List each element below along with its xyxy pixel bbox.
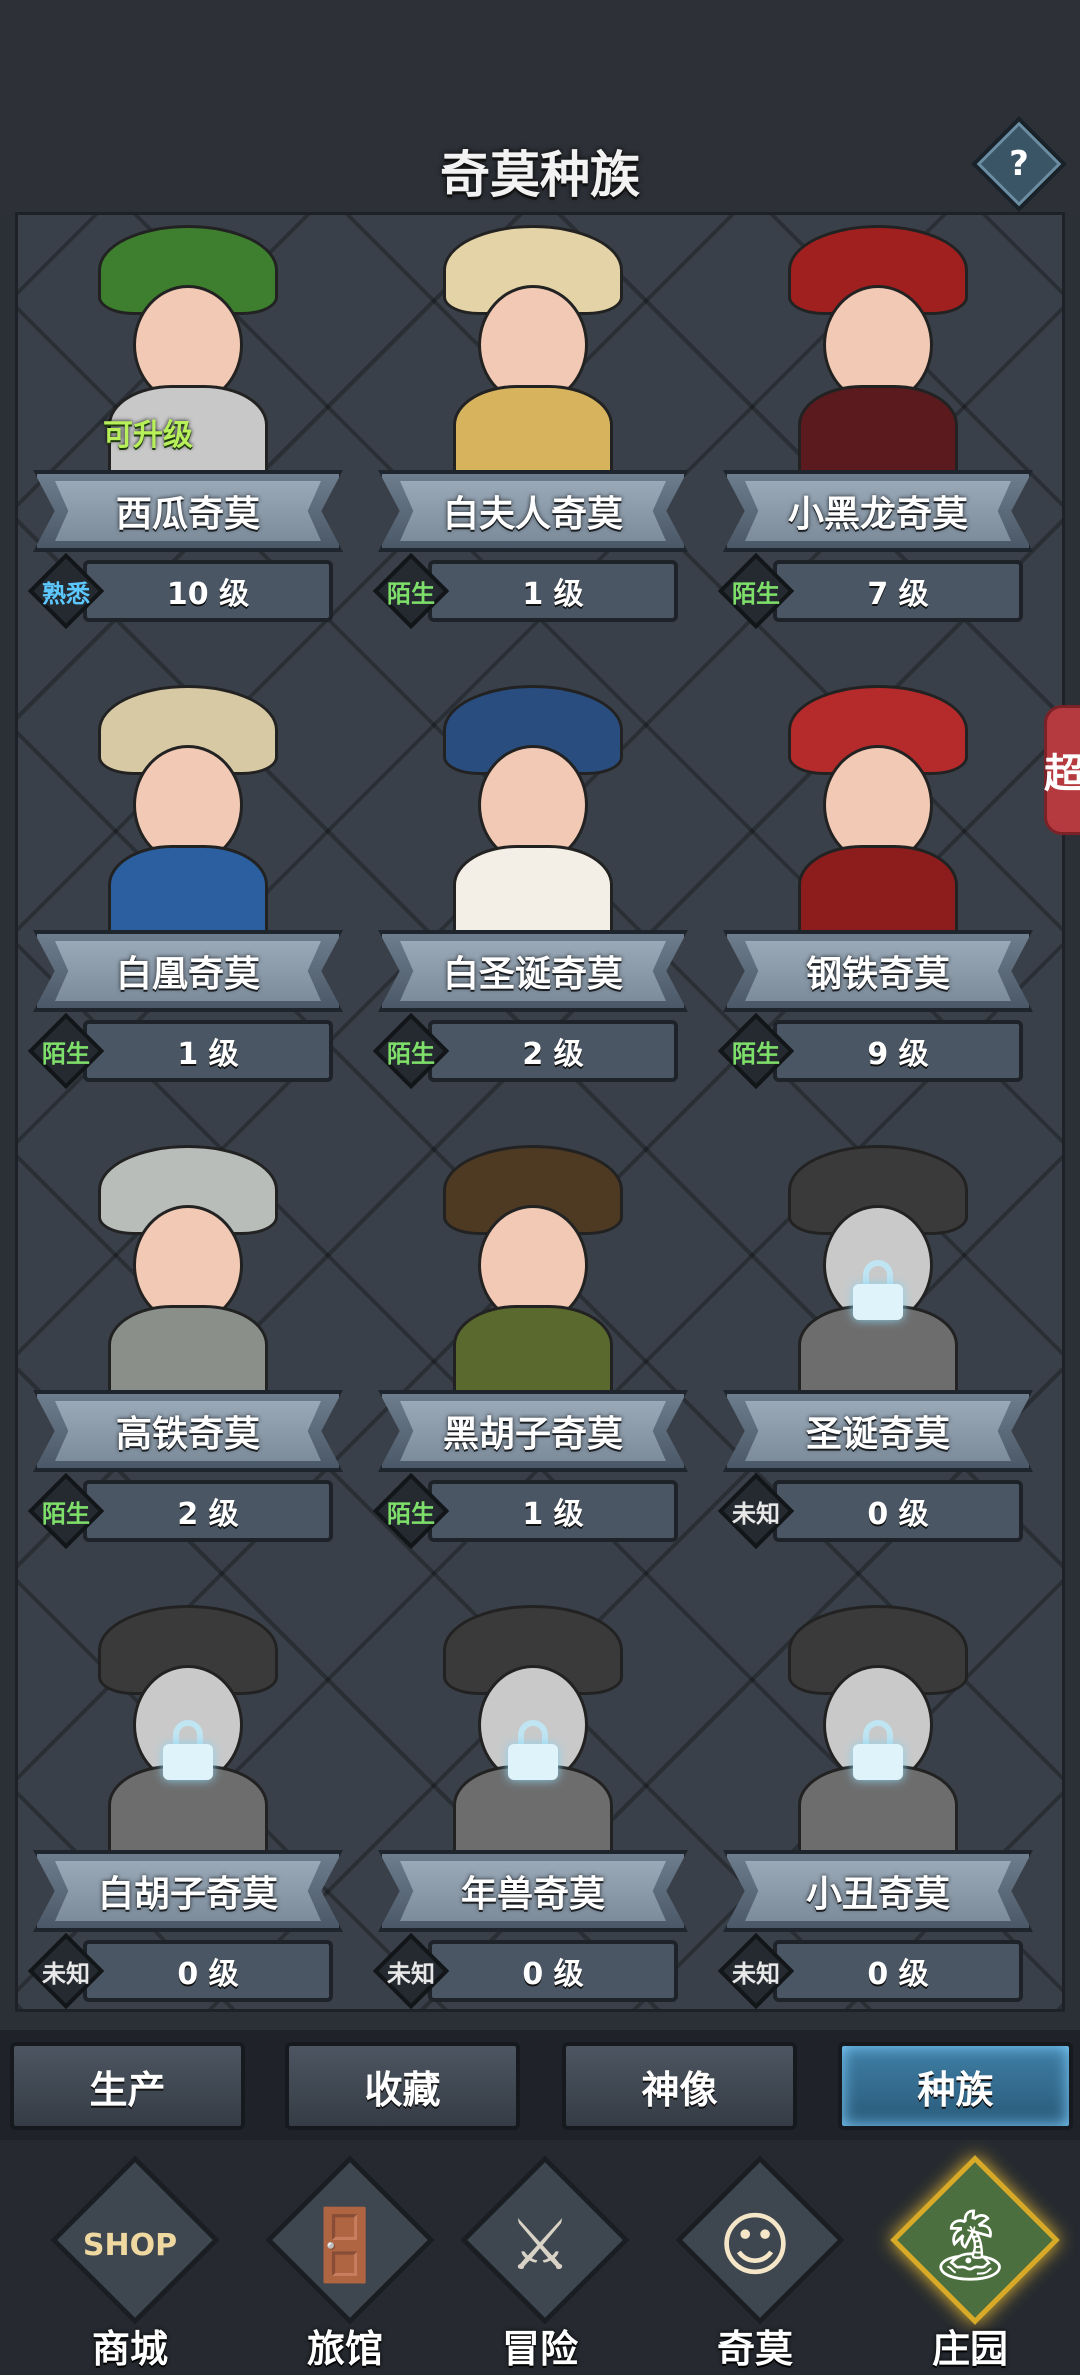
qimo-portrait (753, 215, 1003, 485)
question-mark-icon: ? (1009, 144, 1029, 184)
level-text: 10 级 (83, 560, 333, 622)
race-name: 高铁奇莫 (115, 1414, 260, 1455)
level-text: 0 级 (428, 1940, 678, 2002)
race-name: 白圣诞奇莫 (442, 954, 623, 995)
side-pull-tab[interactable]: 超 (1044, 705, 1080, 835)
nav-shop[interactable]: SHOP 商城 (30, 2150, 230, 2375)
category-tabs: 生产 收藏 神像 种族 (0, 2030, 1080, 2140)
level-text: 1 级 (83, 1020, 333, 1082)
qimo-portrait (753, 675, 1003, 945)
status-badge: 未知 (372, 1932, 450, 2009)
race-name: 黑胡子奇莫 (442, 1414, 623, 1455)
race-card[interactable]: 小丑奇莫 0 级 未知 (713, 1595, 1043, 2009)
qimo-portrait (753, 1595, 1003, 1865)
race-card[interactable]: 小黑龙奇莫 7 级 陌生 (713, 215, 1043, 660)
race-card[interactable]: 圣诞奇莫 0 级 未知 (713, 1135, 1043, 1580)
nav-adventure[interactable]: ⚔ 冒险 (440, 2150, 640, 2375)
status-badge: 陌生 (372, 1472, 450, 1550)
bottom-navigation: SHOP 商城 🚪 旅馆 ⚔ 冒险 ☺ 奇莫 🏝 庄园 (0, 2140, 1080, 2375)
nav-inn[interactable]: 🚪 旅馆 (245, 2150, 445, 2375)
level-text: 0 级 (83, 1940, 333, 2002)
upgrade-available-tag: 可升级 (103, 418, 193, 453)
qimo-portrait (63, 1595, 313, 1865)
status-badge: 陌生 (372, 552, 450, 630)
status-badge: 陌生 (717, 1012, 795, 1090)
inn-icon: 🚪 (301, 2203, 389, 2286)
race-card[interactable]: 白夫人奇莫 1 级 陌生 (368, 215, 698, 660)
qimo-portrait (63, 675, 313, 945)
level-text: 2 级 (428, 1020, 678, 1082)
page-title: 奇莫种族 (440, 146, 640, 204)
race-grid: 可升级 西瓜奇莫 10 级 熟悉 白夫人奇莫 1 级 陌生 小黑龙奇莫 7 级 … (15, 212, 1065, 2012)
status-badge: 未知 (717, 1472, 795, 1550)
race-name: 小丑奇莫 (805, 1874, 950, 1915)
race-card[interactable]: 白胡子奇莫 0 级 未知 (23, 1595, 353, 2009)
level-text: 1 级 (428, 560, 678, 622)
status-badge: 未知 (717, 1932, 795, 2009)
level-text: 9 级 (773, 1020, 1023, 1082)
level-text: 1 级 (428, 1480, 678, 1542)
level-text: 7 级 (773, 560, 1023, 622)
shop-icon: SHOP (82, 2227, 178, 2263)
lock-icon (508, 1720, 558, 1780)
tab-statue[interactable]: 神像 (562, 2042, 797, 2130)
tab-production[interactable]: 生产 (10, 2042, 245, 2130)
lock-icon (853, 1260, 903, 1320)
race-name: 白夫人奇莫 (442, 494, 623, 535)
status-badge: 陌生 (27, 1012, 105, 1090)
status-badge: 熟悉 (27, 552, 105, 630)
qimo-icon: ☺ (718, 2204, 792, 2286)
tab-race[interactable]: 种族 (838, 2042, 1073, 2130)
level-text: 0 级 (773, 1940, 1023, 2002)
qimo-portrait (753, 1135, 1003, 1405)
qimo-portrait (408, 215, 658, 485)
tab-collection[interactable]: 收藏 (285, 2042, 520, 2130)
race-card[interactable]: 白凰奇莫 1 级 陌生 (23, 675, 353, 1120)
manor-icon: 🏝 (925, 2203, 1015, 2286)
crossed-swords-icon: ⚔ (508, 2204, 572, 2286)
nav-qimo[interactable]: ☺ 奇莫 (655, 2150, 855, 2375)
race-name: 白胡子奇莫 (97, 1874, 278, 1915)
qimo-portrait (408, 675, 658, 945)
race-card[interactable]: 可升级 西瓜奇莫 10 级 熟悉 (23, 215, 353, 660)
status-badge: 陌生 (27, 1472, 105, 1550)
race-card[interactable]: 高铁奇莫 2 级 陌生 (23, 1135, 353, 1580)
level-text: 0 级 (773, 1480, 1023, 1542)
race-card[interactable]: 黑胡子奇莫 1 级 陌生 (368, 1135, 698, 1580)
qimo-portrait (408, 1595, 658, 1865)
qimo-portrait (408, 1135, 658, 1405)
status-badge: 陌生 (717, 552, 795, 630)
qimo-portrait (63, 1135, 313, 1405)
nav-manor[interactable]: 🏝 庄园 (870, 2150, 1070, 2375)
race-name: 西瓜奇莫 (115, 494, 260, 535)
status-badge: 未知 (27, 1932, 105, 2009)
race-card[interactable]: 年兽奇莫 0 级 未知 (368, 1595, 698, 2009)
status-badge: 陌生 (372, 1012, 450, 1090)
race-name: 白凰奇莫 (115, 954, 260, 995)
race-card[interactable]: 钢铁奇莫 9 级 陌生 (713, 675, 1043, 1120)
race-name: 小黑龙奇莫 (787, 494, 968, 535)
race-name: 圣诞奇莫 (805, 1414, 950, 1455)
level-text: 2 级 (83, 1480, 333, 1542)
race-name: 年兽奇莫 (460, 1874, 605, 1915)
race-card[interactable]: 白圣诞奇莫 2 级 陌生 (368, 675, 698, 1120)
lock-icon (163, 1720, 213, 1780)
race-name: 钢铁奇莫 (805, 954, 950, 995)
lock-icon (853, 1720, 903, 1780)
